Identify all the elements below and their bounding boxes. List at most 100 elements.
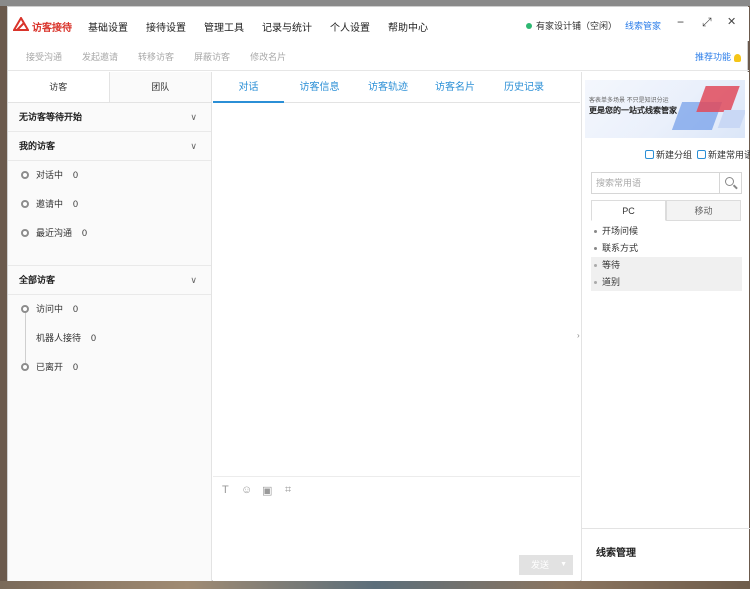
chevron-down-icon: ∨: [190, 275, 197, 285]
phrase-tabs: PC 移动: [591, 200, 742, 221]
phrases-panel: 客表单多场景 不只是知识分运 更是您的一站式线索管家 新建分组 新建常用语 PC…: [581, 72, 750, 582]
menu-management-tools[interactable]: 管理工具: [204, 19, 244, 34]
list-item[interactable]: 开场问候: [591, 223, 742, 240]
new-group-button[interactable]: 新建分组: [645, 148, 692, 161]
tab-chat[interactable]: 对话: [213, 72, 284, 103]
tab-visitors[interactable]: 访客: [8, 72, 110, 102]
app-name: 访客接待: [32, 23, 72, 34]
lightbulb-icon: [734, 53, 741, 62]
promo-banner[interactable]: 客表单多场景 不只是知识分运 更是您的一站式线索管家: [585, 80, 745, 138]
send-label: 发送: [531, 560, 550, 570]
close-icon[interactable]: ✕: [727, 15, 736, 28]
maximize-icon[interactable]: ⤢: [702, 15, 712, 30]
tab-team[interactable]: 团队: [110, 72, 212, 102]
minimize-icon[interactable]: −: [677, 15, 684, 29]
edit-card-button[interactable]: 修改名片: [250, 50, 286, 63]
bullet-icon: [594, 247, 597, 250]
tab-pc[interactable]: PC: [591, 200, 666, 221]
new-phrase-button[interactable]: 新建常用语: [697, 148, 750, 161]
item-label: 机器人接待: [36, 333, 82, 343]
item-count: 0: [91, 333, 97, 343]
item-count: 0: [82, 228, 88, 238]
tab-mobile[interactable]: 移动: [666, 200, 741, 221]
section-divider: [8, 248, 211, 266]
list-item-inviting[interactable]: 邀请中 0: [8, 190, 211, 219]
list-item[interactable]: 等待: [591, 257, 742, 274]
item-count: 0: [73, 362, 79, 372]
status-ring-icon: [21, 305, 29, 313]
tab-visitor-track[interactable]: 访客轨迹: [355, 72, 421, 103]
list-item-visiting[interactable]: 访问中 0: [8, 295, 211, 324]
item-label: 已离开: [36, 362, 64, 372]
search-icon[interactable]: [719, 173, 741, 193]
waiting-section[interactable]: 无访客等待开始 ∨: [8, 103, 211, 132]
all-visitors-list: 访问中 0 机器人接待 0 已离开 0: [8, 295, 211, 382]
leads-management-label: 线索管理: [596, 548, 636, 559]
caret-down-icon[interactable]: ▼: [560, 555, 567, 575]
phrase-list: 开场问候 联系方式 等待 道别: [591, 223, 742, 291]
status-ring-icon: [21, 229, 29, 237]
tab-visitor-card[interactable]: 访客名片: [421, 72, 489, 103]
bullet-icon: [594, 281, 597, 284]
banner-decoration: [696, 86, 740, 112]
visitor-panel: 访客 团队 无访客等待开始 ∨ 我的访客 ∨ 对话中 0 邀请中 0 最近沟通 0 全…: [8, 72, 212, 582]
all-visitors-section[interactable]: 全部访客 ∨: [8, 266, 211, 295]
title-bar: 访客接待 基础设置 接待设置 管理工具 记录与统计 个人设置 帮助中心 有家设计…: [8, 7, 749, 41]
item-count: 0: [73, 170, 79, 180]
tab-visitor-info[interactable]: 访客信息: [284, 72, 355, 103]
menu-help-center[interactable]: 帮助中心: [388, 19, 428, 34]
online-status-dot: [526, 22, 532, 29]
my-visitors-section[interactable]: 我的访客 ∨: [8, 132, 211, 161]
leads-management-section[interactable]: 线索管理: [582, 528, 750, 582]
recommend-label: 推荐功能: [694, 52, 731, 62]
app-window: 访客接待 基础设置 接待设置 管理工具 记录与统计 个人设置 帮助中心 有家设计…: [7, 6, 750, 582]
phrase-label: 等待: [602, 260, 621, 270]
new-group-label: 新建分组: [656, 150, 693, 160]
phrase-label: 道别: [602, 277, 621, 287]
item-label: 对话中: [36, 170, 64, 180]
item-label: 访问中: [36, 304, 64, 314]
menu-personal-settings[interactable]: 个人设置: [330, 19, 370, 34]
accept-chat-button[interactable]: 接受沟通: [26, 50, 62, 63]
menu-records-stats[interactable]: 记录与统计: [262, 19, 312, 34]
screenshot-icon[interactable]: ⌗: [285, 484, 291, 497]
list-item-recent[interactable]: 最近沟通 0: [8, 219, 211, 248]
phrase-label: 开场问候: [602, 226, 639, 236]
search-input[interactable]: [592, 173, 717, 193]
transfer-visitor-button[interactable]: 转移访客: [138, 50, 174, 63]
list-item-chatting[interactable]: 对话中 0: [8, 161, 211, 190]
send-invite-button[interactable]: 发起邀请: [82, 50, 118, 63]
text-format-icon[interactable]: T: [222, 484, 229, 496]
compose-toolbar: T ☺ ▣ ⌗: [213, 476, 580, 502]
conversation-panel: 对话 访客信息 访客轨迹 访客名片 历史记录 T ☺ ▣ ⌗ 发送 ▼: [213, 72, 580, 582]
bullet-icon: [594, 230, 597, 233]
list-item-left[interactable]: 已离开 0: [8, 353, 211, 382]
status-ring-icon: [21, 171, 29, 179]
chevron-down-icon: ∨: [190, 112, 197, 122]
send-button[interactable]: 发送 ▼: [519, 555, 573, 575]
image-icon[interactable]: ▣: [262, 484, 272, 497]
banner-subtitle: 客表单多场景 不只是知识分运: [589, 98, 669, 104]
account-status[interactable]: 有家设计铺（空闲）: [526, 19, 617, 32]
collapse-panel-icon[interactable]: ›: [577, 331, 580, 340]
list-item-robot[interactable]: 机器人接待 0: [8, 324, 211, 353]
list-item[interactable]: 道别: [591, 274, 742, 291]
list-item[interactable]: 联系方式: [591, 240, 742, 257]
status-ring-icon: [21, 200, 29, 208]
item-count: 0: [73, 199, 79, 209]
recommend-features-link[interactable]: 推荐功能: [695, 50, 741, 63]
item-label: 最近沟通: [36, 228, 73, 238]
menu-reception-settings[interactable]: 接待设置: [146, 19, 186, 34]
all-visitors-title: 全部访客: [19, 275, 56, 285]
tab-history[interactable]: 历史记录: [489, 72, 559, 103]
menu-basic-settings[interactable]: 基础设置: [88, 19, 128, 34]
new-phrase-label: 新建常用语: [708, 150, 750, 160]
desktop-background-bottom: [0, 581, 750, 589]
block-visitor-button[interactable]: 屏蔽访客: [194, 50, 230, 63]
chevron-down-icon: ∨: [190, 141, 197, 151]
emoji-icon[interactable]: ☺: [241, 484, 252, 496]
phrase-label: 联系方式: [602, 243, 639, 253]
status-ring-icon: [21, 363, 29, 371]
leads-manager-link[interactable]: 线索管家: [625, 19, 661, 32]
action-toolbar: 接受沟通 发起邀请 转移访客 屏蔽访客 修改名片 推荐功能: [8, 41, 749, 71]
